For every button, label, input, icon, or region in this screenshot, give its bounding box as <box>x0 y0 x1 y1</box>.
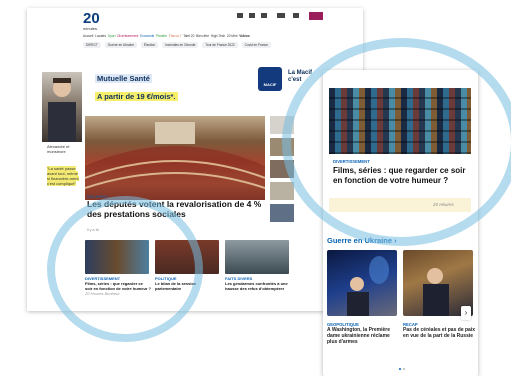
card-text[interactable]: FAITS DIVERS Les gendarmes confrontés à … <box>225 276 291 291</box>
topic-tags: DIRECT Guerre en Ukraine Élection Incend… <box>83 42 363 48</box>
nav-item[interactable]: T'as vu ? <box>169 34 182 38</box>
ukraine-card-text[interactable]: GEOPOLITIQUE A Washington, la Première d… <box>327 322 399 345</box>
card-title: Pas de céréales et pas de paix en vue de… <box>403 327 475 339</box>
carousel-dot[interactable] <box>403 368 405 370</box>
notification-icon[interactable] <box>261 13 267 18</box>
nav-item[interactable]: Bien-être <box>196 34 209 38</box>
ad-caption: Alexandre et monsieure <box>47 144 70 154</box>
carousel-next-button[interactable]: › <box>461 306 471 320</box>
main-nav: Accueil Locales Sport Divertissement Eco… <box>83 34 363 38</box>
video-icon[interactable] <box>277 13 285 18</box>
ukraine-card-text[interactable]: RECAP Pas de céréales et pas de paix en … <box>403 322 475 339</box>
account-button[interactable] <box>309 12 323 20</box>
nav-item[interactable]: Accueil <box>83 34 93 38</box>
nav-item[interactable]: Tabit 20 <box>183 34 194 38</box>
nav-item[interactable]: Locales <box>95 34 106 38</box>
tag-item[interactable]: Élection <box>140 42 159 48</box>
search-icon[interactable] <box>293 13 299 18</box>
nav-item[interactable]: Economie <box>140 34 154 38</box>
newsletter-icon[interactable] <box>249 13 255 18</box>
logo-subtitle: minutes <box>83 26 98 31</box>
card-title: Les gendarmes confrontés à une hausse de… <box>225 281 288 291</box>
hero-image[interactable] <box>84 116 266 200</box>
highlight-circle-left <box>47 196 203 342</box>
tag-item[interactable]: Guerre en Ukraine <box>104 42 137 48</box>
weather-icon[interactable] <box>237 13 243 18</box>
nav-item[interactable]: 20 Mint <box>227 34 237 38</box>
side-thumb[interactable] <box>270 204 294 222</box>
ad-headline: Mutuelle Santé <box>95 74 152 83</box>
nav-item[interactable]: High-Tech <box>211 34 225 38</box>
chevron-right-icon: › <box>464 308 468 317</box>
nav-item[interactable]: Sport <box>108 34 116 38</box>
ad-price: A partir de 19 €/mois*. <box>95 92 178 101</box>
side-thumb[interactable] <box>270 182 294 200</box>
tag-item[interactable]: Incendies en Gironde <box>162 42 199 48</box>
carousel-dot[interactable] <box>399 368 401 370</box>
highlight-circle-right <box>282 38 511 246</box>
tag-item[interactable]: Covid en France <box>241 42 272 48</box>
card-thumb[interactable] <box>225 240 289 274</box>
person-photo <box>347 256 389 316</box>
ad-quote-text: "La santé passe avant tout, même si fina… <box>47 166 79 186</box>
header-icons <box>237 12 337 23</box>
nav-item[interactable]: Planète <box>156 34 167 38</box>
site-logo[interactable]: 20 minutes <box>83 10 109 34</box>
ukraine-card-image[interactable] <box>327 250 397 316</box>
ad-person-photo <box>42 72 82 142</box>
card-title: A Washington, la Première dame ukrainien… <box>327 327 390 345</box>
macif-label: MACIF <box>263 82 277 87</box>
assembly-photo <box>84 122 266 200</box>
person-icon <box>48 78 76 142</box>
ad-quote: "La santé passe avant tout, même si fina… <box>47 166 81 186</box>
tag-item[interactable]: DIRECT <box>83 42 101 48</box>
logo-number: 20 <box>83 10 100 27</box>
tag-item[interactable]: Tour de France 2022 <box>202 42 238 48</box>
nav-item[interactable]: Divertissement <box>117 34 138 38</box>
macif-logo[interactable]: MACIF <box>258 67 282 91</box>
nav-item[interactable]: Vidéos <box>239 34 249 38</box>
ad-text[interactable]: Mutuelle Santé A partir de 19 €/mois*. <box>95 68 178 104</box>
